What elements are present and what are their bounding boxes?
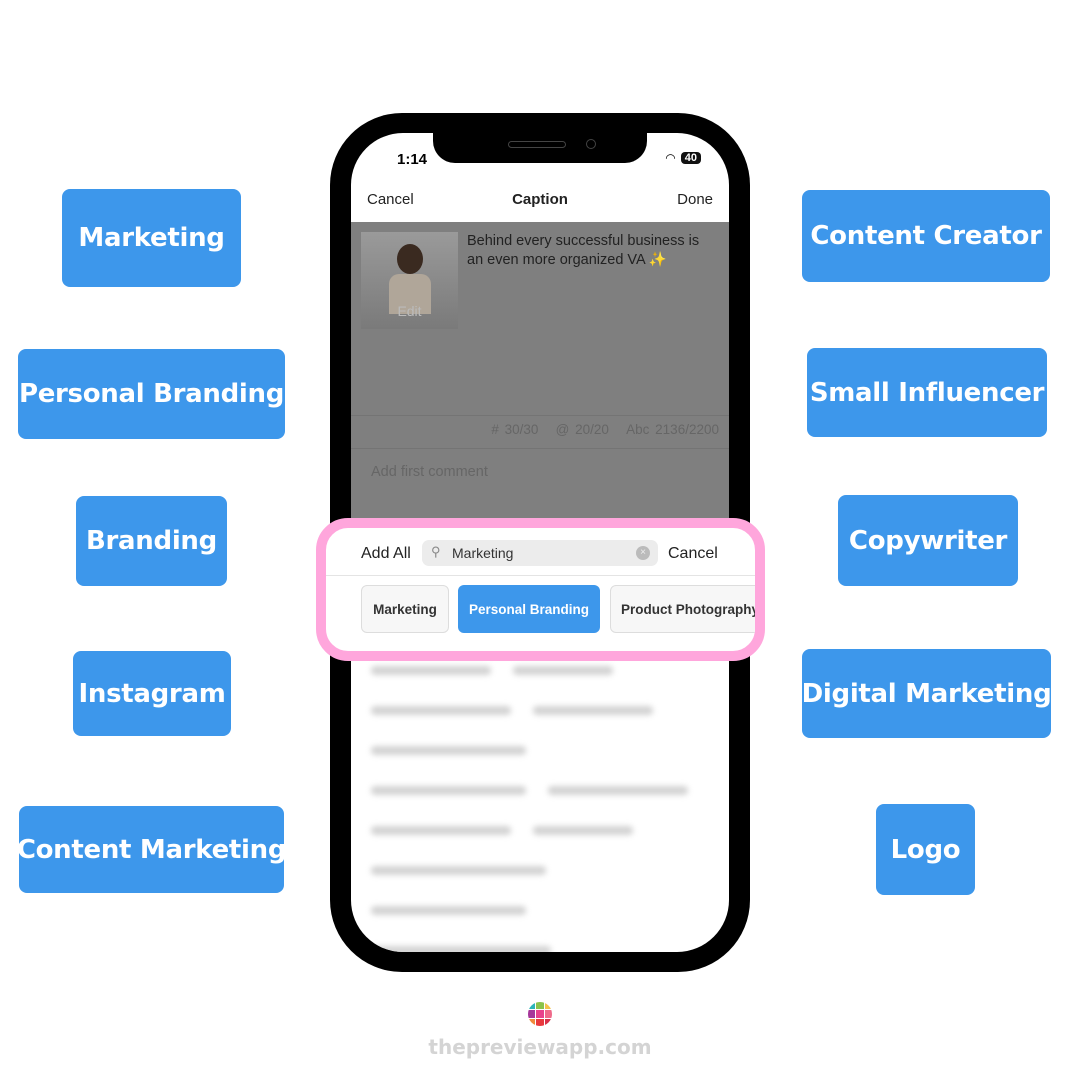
mention-count: @ 20/20 [555, 422, 609, 437]
footer-site: thepreviewapp.com [428, 1035, 652, 1059]
page-title: Caption [512, 191, 568, 208]
done-button[interactable]: Done [677, 191, 713, 208]
tag-small-influencer: Small Influencer [807, 348, 1047, 437]
first-comment-input[interactable]: Add first comment [371, 464, 488, 480]
counts-bar: # 30/30 @ 20/20 Abc 2136/2200 [351, 415, 729, 449]
caption-text[interactable]: Behind every successful business is an e… [467, 232, 717, 270]
tag-digital-marketing: Digital Marketing [802, 649, 1052, 738]
clear-icon[interactable]: × [636, 546, 650, 560]
chip-personal-branding[interactable]: Personal Branding [458, 585, 600, 633]
char-count: Abc 2136/2200 [626, 422, 719, 437]
notch [433, 133, 647, 163]
blurred-hashtag-list [361, 653, 719, 952]
tag-branding: Branding [76, 496, 227, 586]
wifi-icon: ◠ [665, 151, 676, 165]
nav-bar: Cancel Caption Done [351, 191, 729, 221]
search-icon: ⚲ [431, 544, 441, 559]
chip-marketing[interactable]: Marketing [361, 585, 449, 633]
tag-copywriter: Copywriter [838, 495, 1018, 586]
tag-content-creator: Content Creator [802, 190, 1050, 282]
hashtag-search-panel: Add All ⚲ Marketing × Cancel Marketing P… [316, 518, 765, 661]
status-time: 1:14 [397, 151, 428, 168]
caption-editor: Edit Behind every successful business is… [351, 222, 729, 518]
tag-marketing: Marketing [62, 189, 241, 287]
edit-label[interactable]: Edit [361, 303, 458, 319]
search-cancel-button[interactable]: Cancel [668, 545, 718, 563]
add-all-button[interactable]: Add All [361, 545, 411, 563]
search-value: Marketing [452, 545, 514, 561]
tag-content-marketing: Content Marketing [17, 806, 286, 893]
tag-instagram: Instagram [73, 651, 231, 736]
tag-personal-branding: Personal Branding [18, 349, 285, 439]
tag-logo: Logo [876, 804, 975, 895]
battery-icon: 40 [680, 152, 701, 164]
hashtag-count: # 30/30 [491, 422, 539, 437]
post-thumbnail[interactable]: Edit [361, 232, 458, 329]
search-input[interactable]: ⚲ Marketing × [422, 540, 658, 566]
status-icons: ◠ 40 [665, 151, 701, 165]
chip-product-photography[interactable]: Product Photography [610, 585, 755, 633]
app-logo [528, 1002, 552, 1026]
